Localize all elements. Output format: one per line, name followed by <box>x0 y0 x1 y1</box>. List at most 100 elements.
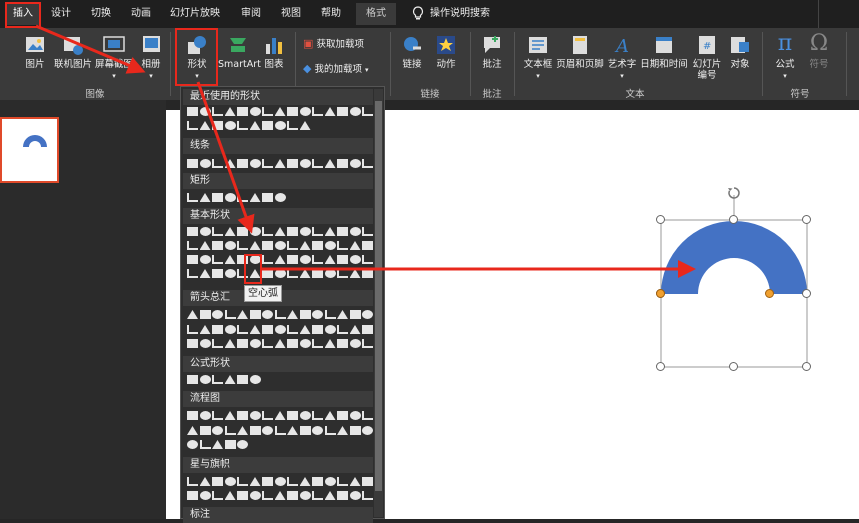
shape-item[interactable] <box>199 491 211 500</box>
tab-view[interactable]: 视图 <box>276 3 306 25</box>
shape-item[interactable] <box>287 477 298 486</box>
get-addins-button[interactable]: ▣ 获取加载项 <box>303 38 383 50</box>
shape-item[interactable] <box>324 269 336 278</box>
shape-item[interactable] <box>324 310 336 319</box>
shape-item[interactable] <box>287 339 298 348</box>
shape-item[interactable] <box>349 491 361 500</box>
shape-item[interactable] <box>274 193 286 202</box>
shape-item[interactable] <box>199 426 211 435</box>
shape-item[interactable] <box>249 310 261 319</box>
resize-handle-right[interactable] <box>802 289 811 298</box>
shape-item[interactable] <box>224 241 236 250</box>
rotate-handle-icon[interactable] <box>726 185 742 201</box>
shape-item[interactable] <box>337 159 348 168</box>
shape-item[interactable] <box>362 411 373 420</box>
comment-button[interactable]: 批注 <box>476 34 508 70</box>
shape-item[interactable] <box>324 477 336 486</box>
shape-item[interactable] <box>237 426 248 435</box>
shape-item[interactable] <box>362 477 373 486</box>
shape-item[interactable] <box>262 339 273 348</box>
shape-item[interactable] <box>249 193 261 202</box>
shape-item[interactable] <box>337 310 348 319</box>
shape-item[interactable] <box>274 121 286 130</box>
slide-thumbnail[interactable] <box>0 117 59 183</box>
shape-item[interactable] <box>337 255 348 264</box>
shape-item[interactable] <box>287 310 298 319</box>
shape-item[interactable] <box>274 241 286 250</box>
shape-item[interactable] <box>349 325 361 334</box>
shape-item[interactable] <box>337 241 348 250</box>
shape-item[interactable] <box>362 107 373 116</box>
picture-button[interactable]: 图片 <box>20 34 50 70</box>
shape-item[interactable] <box>324 227 336 236</box>
my-addins-button[interactable]: ◆ 我的加载项 ▾ <box>303 63 383 76</box>
shape-item[interactable] <box>349 426 361 435</box>
shape-item[interactable] <box>349 411 361 420</box>
shape-item[interactable] <box>362 426 373 435</box>
shape-item[interactable] <box>274 411 286 420</box>
shape-item[interactable] <box>262 269 273 278</box>
shape-item[interactable] <box>287 325 298 334</box>
resize-handle-top-right[interactable] <box>802 215 811 224</box>
shape-item[interactable] <box>224 440 236 449</box>
shape-item[interactable] <box>212 159 223 168</box>
shape-item[interactable] <box>212 193 223 202</box>
shape-item[interactable] <box>299 121 311 130</box>
shape-item[interactable] <box>274 339 286 348</box>
adjust-handle-left[interactable] <box>656 289 665 298</box>
object-button[interactable]: 对象 <box>726 34 754 70</box>
shape-item[interactable] <box>224 339 236 348</box>
shape-item[interactable] <box>299 241 311 250</box>
shape-item[interactable] <box>299 426 311 435</box>
resize-handle-top[interactable] <box>729 215 738 224</box>
shape-item[interactable] <box>237 477 248 486</box>
shape-item[interactable] <box>237 121 248 130</box>
shape-item[interactable] <box>224 477 236 486</box>
shape-item[interactable] <box>337 477 348 486</box>
shape-item[interactable] <box>249 107 261 116</box>
shape-item[interactable] <box>274 107 286 116</box>
shape-item[interactable] <box>187 107 198 116</box>
menu-scrollbar[interactable] <box>374 89 383 517</box>
shape-item[interactable] <box>262 426 273 435</box>
shape-item[interactable] <box>262 491 273 500</box>
shape-item[interactable] <box>324 107 336 116</box>
shape-item[interactable] <box>199 269 211 278</box>
shape-item[interactable] <box>224 375 236 384</box>
shape-item[interactable] <box>287 255 298 264</box>
shape-item[interactable] <box>287 269 298 278</box>
shape-item[interactable] <box>349 269 361 278</box>
shape-item[interactable] <box>299 325 311 334</box>
shape-item[interactable] <box>324 491 336 500</box>
shape-item[interactable] <box>324 255 336 264</box>
shape-item[interactable] <box>249 375 261 384</box>
shape-item[interactable] <box>212 255 223 264</box>
shape-item[interactable] <box>337 491 348 500</box>
shape-item[interactable] <box>224 227 236 236</box>
shape-item[interactable] <box>324 325 336 334</box>
screenshot-button[interactable]: 屏幕截图 ▾ <box>94 34 134 82</box>
shape-item[interactable] <box>349 227 361 236</box>
shape-item[interactable] <box>337 269 348 278</box>
shape-item[interactable] <box>299 477 311 486</box>
shape-item[interactable] <box>249 477 261 486</box>
shape-item[interactable] <box>312 477 323 486</box>
shape-item[interactable] <box>324 426 336 435</box>
shape-item[interactable] <box>287 411 298 420</box>
shape-item[interactable] <box>349 255 361 264</box>
shape-item[interactable] <box>212 310 223 319</box>
shape-item[interactable] <box>349 107 361 116</box>
shape-item[interactable] <box>287 491 298 500</box>
shape-item[interactable] <box>349 159 361 168</box>
shape-item[interactable] <box>262 477 273 486</box>
shape-item[interactable] <box>187 193 198 202</box>
shape-item[interactable] <box>212 339 223 348</box>
shape-item[interactable] <box>224 411 236 420</box>
shape-item[interactable] <box>274 269 286 278</box>
shape-item[interactable] <box>299 159 311 168</box>
shape-item[interactable] <box>262 227 273 236</box>
shape-item[interactable] <box>262 193 273 202</box>
shape-item[interactable] <box>349 477 361 486</box>
shape-item[interactable] <box>237 159 248 168</box>
shape-item[interactable] <box>262 159 273 168</box>
